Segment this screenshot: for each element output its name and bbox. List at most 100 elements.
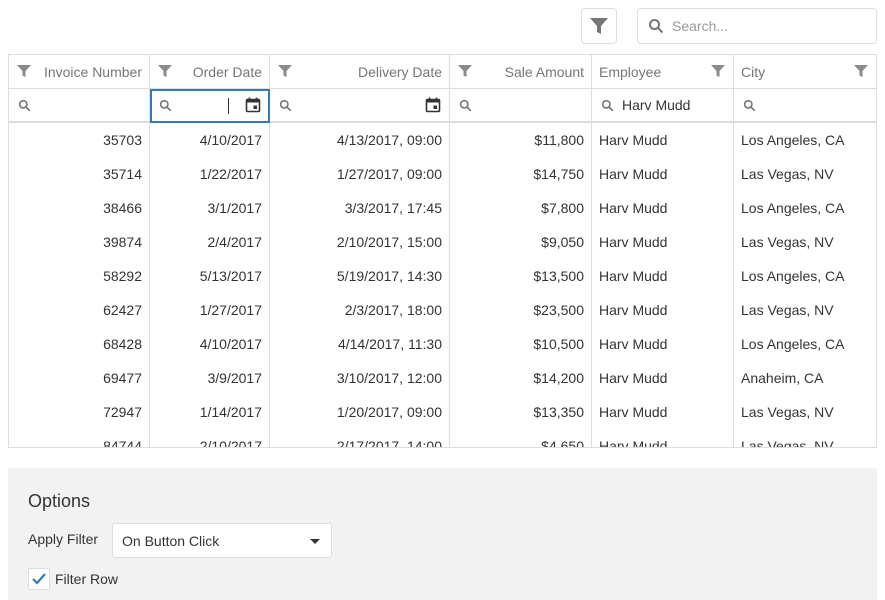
column-header-order-date[interactable]: Order Date [150,55,270,89]
table-row[interactable]: 58292 5/13/2017 5/19/2017, 14:30 $13,500… [9,259,876,293]
column-label: Employee [599,63,662,80]
cell-amount: $14,750 [450,157,592,191]
table-row[interactable]: 35703 4/10/2017 4/13/2017, 09:00 $11,800… [9,123,876,157]
header-filter-icon[interactable] [853,63,869,79]
calendar-icon[interactable] [425,97,441,113]
cell-delivery-date: 2/17/2017, 14:00 [270,429,450,447]
cell-invoice: 35703 [9,123,150,157]
apply-filter-select[interactable]: On Button Click [112,523,332,558]
cell-city: Las Vegas, NV [741,302,834,318]
header-filter-icon[interactable] [157,63,173,79]
cell-city: Las Vegas, NV [741,438,834,448]
header-filter-icon[interactable] [710,63,726,79]
cell-employee: Harv Mudd [592,429,734,447]
cell-order-date: 3/9/2017 [150,361,270,395]
search-panel[interactable] [637,8,877,44]
column-header-employee[interactable]: Employee [592,55,734,89]
filter-cell-invoice-number[interactable] [9,89,150,123]
cell-invoice: 39874 [9,225,150,259]
cell-order-date: 4/10/2017 [150,327,270,361]
cell-employee: Harv Mudd [592,191,734,225]
cell-invoice: 35714 [9,157,150,191]
filter-cell-order-date[interactable] [150,89,270,123]
cell-invoice: 38466 [9,191,150,225]
table-row[interactable]: 69477 3/9/2017 3/10/2017, 12:00 $14,200 … [9,361,876,395]
cell-city: Las Vegas, NV [741,166,834,182]
column-label: City [741,63,766,80]
table-row[interactable]: 62427 1/27/2017 2/3/2017, 18:00 $23,500 … [9,293,876,327]
grid-toolbar [0,0,885,54]
cell-order-date: 1/14/2017 [150,395,270,429]
search-icon [459,99,472,112]
filter-cell-employee[interactable]: Harv Mudd [592,89,734,123]
options-title: Options [28,491,91,511]
table-row[interactable]: 84744 2/10/2017 2/17/2017, 14:00 $4,650 … [9,429,876,448]
search-icon [18,99,31,112]
cell-amount: $7,800 [450,191,592,225]
data-grid: Invoice Number Order Date Delivery Date … [8,54,877,448]
filter-input[interactable] [180,89,239,121]
filter-panel-button[interactable] [581,8,617,44]
column-label: Invoice Number [43,63,142,80]
cell-order-date: 1/22/2017 [150,157,270,191]
cell-invoice: 69477 [9,361,150,395]
cell-amount: $23,500 [450,293,592,327]
cell-amount: $9,050 [450,225,592,259]
filter-cell-city[interactable] [734,89,876,123]
filter-input[interactable] [764,89,846,121]
column-header-city[interactable]: City [734,55,876,89]
filter-cell-delivery-date[interactable] [270,89,450,123]
cell-city: Los Angeles, CA [741,132,845,148]
cell-delivery-date: 5/19/2017, 14:30 [270,259,450,293]
cell-amount: $13,350 [450,395,592,429]
cell-employee: Harv Mudd [592,123,734,157]
search-icon [159,99,172,112]
search-input[interactable] [672,9,872,43]
calendar-icon[interactable] [245,97,261,113]
cell-city: Anaheim, CA [741,370,824,386]
column-header-delivery-date[interactable]: Delivery Date [270,55,450,89]
cell-employee: Harv Mudd [592,361,734,395]
filter-input[interactable] [480,89,561,121]
cell-invoice: 72947 [9,395,150,429]
cell-order-date: 3/1/2017 [150,191,270,225]
cell-delivery-date: 3/3/2017, 17:45 [270,191,450,225]
column-header-sale-amount[interactable]: Sale Amount [450,55,592,89]
cell-delivery-date: 1/20/2017, 09:00 [270,395,450,429]
header-filter-icon[interactable] [457,63,473,79]
cell-delivery-date: 1/27/2017, 09:00 [270,157,450,191]
cell-order-date: 2/4/2017 [150,225,270,259]
chevron-down-icon [310,539,320,544]
cell-delivery-date: 2/3/2017, 18:00 [270,293,450,327]
filter-input[interactable]: Harv Mudd [622,89,703,121]
cell-amount: $11,800 [450,123,592,157]
table-row[interactable]: 68428 4/10/2017 4/14/2017, 11:30 $10,500… [9,327,876,361]
search-icon [743,99,756,112]
filter-icon [590,18,608,34]
cell-invoice: 68428 [9,327,150,361]
header-filter-icon[interactable] [16,63,32,79]
table-row[interactable]: 39874 2/4/2017 2/10/2017, 15:00 $9,050 H… [9,225,876,259]
cell-order-date: 5/13/2017 [150,259,270,293]
cell-invoice: 62427 [9,293,150,327]
table-row[interactable]: 72947 1/14/2017 1/20/2017, 09:00 $13,350… [9,395,876,429]
header-row: Invoice Number Order Date Delivery Date … [9,55,876,89]
table-row[interactable]: 35714 1/22/2017 1/27/2017, 09:00 $14,750… [9,157,876,191]
column-label: Order Date [192,63,262,80]
check-icon [32,573,46,585]
table-row[interactable]: 38466 3/1/2017 3/3/2017, 17:45 $7,800 Ha… [9,191,876,225]
column-header-invoice-number[interactable]: Invoice Number [9,55,150,89]
filter-input[interactable] [39,89,119,121]
filter-row-label: Filter Row [55,571,119,587]
column-label: Sale Amount [504,63,584,80]
filter-row-checkbox[interactable] [28,568,50,590]
cell-city: Las Vegas, NV [741,234,834,250]
apply-filter-label: Apply Filter [28,531,99,547]
column-label: Delivery Date [357,63,442,80]
cell-employee: Harv Mudd [592,157,734,191]
filter-input[interactable] [300,89,419,121]
filter-cell-sale-amount[interactable] [450,89,592,123]
header-filter-icon[interactable] [277,63,293,79]
cell-delivery-date: 2/10/2017, 15:00 [270,225,450,259]
apply-filter-value: On Button Click [122,533,220,549]
